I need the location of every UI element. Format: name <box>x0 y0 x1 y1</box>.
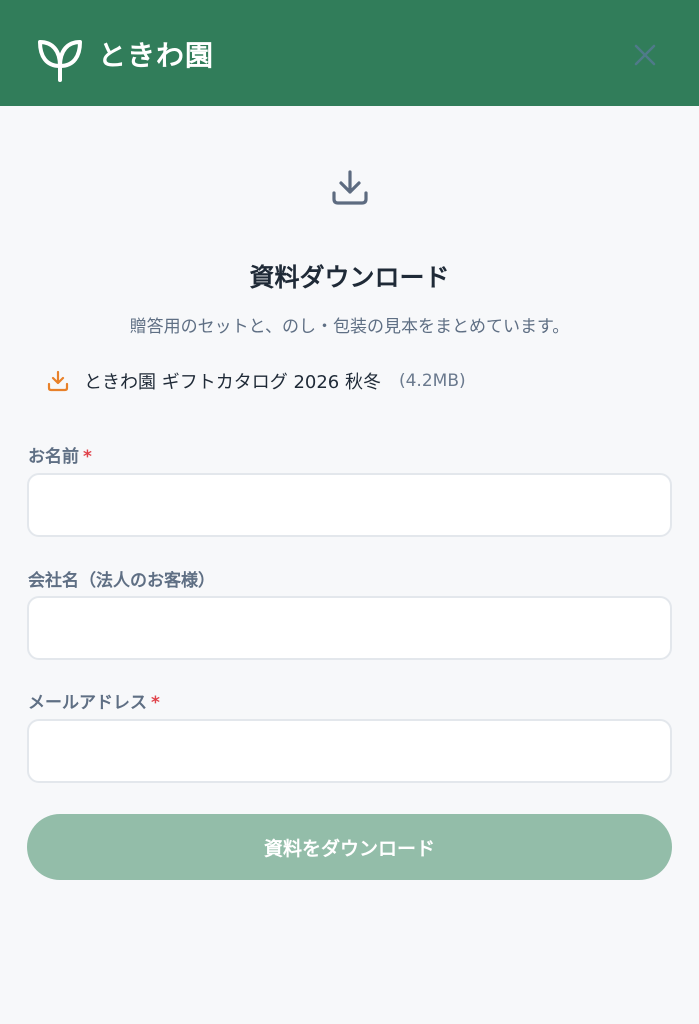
email-input[interactable] <box>27 719 672 783</box>
brand-name: ときわ園 <box>98 39 215 72</box>
company-field-label: 会社名（法人のお客様） <box>28 566 215 591</box>
download-icon <box>47 370 69 392</box>
email-label-text: メールアドレス <box>28 693 147 713</box>
download-submit-button[interactable]: 資料をダウンロード <box>27 814 672 880</box>
download-icon <box>332 170 368 205</box>
email-field-label: メールアドレス * <box>28 688 160 713</box>
name-input[interactable] <box>27 473 672 537</box>
file-item[interactable]: ときわ園 ギフトカタログ 2026 秋冬 (4.2MB) <box>46 368 466 394</box>
company-input[interactable] <box>27 596 672 660</box>
company-label-text: 会社名（法人のお客様） <box>28 571 215 591</box>
required-mark: * <box>83 447 92 467</box>
leaf-icon <box>38 40 82 82</box>
page-title: 資料ダウンロード <box>249 263 450 292</box>
header-bar: ときわ園 <box>0 0 699 106</box>
name-field-label: お名前 * <box>28 442 92 467</box>
page-subtitle: 贈答用のセットと、のし・包装の見本をまとめています。 <box>129 317 570 337</box>
download-form-panel: 資料ダウンロード 贈答用のセットと、のし・包装の見本をまとめています。 ときわ園… <box>0 106 699 1024</box>
required-mark: * <box>151 693 160 713</box>
file-size: (4.2MB) <box>398 371 466 391</box>
close-icon[interactable] <box>628 38 662 72</box>
name-label-text: お名前 <box>28 447 79 467</box>
file-name: ときわ園 ギフトカタログ 2026 秋冬 <box>84 372 381 393</box>
